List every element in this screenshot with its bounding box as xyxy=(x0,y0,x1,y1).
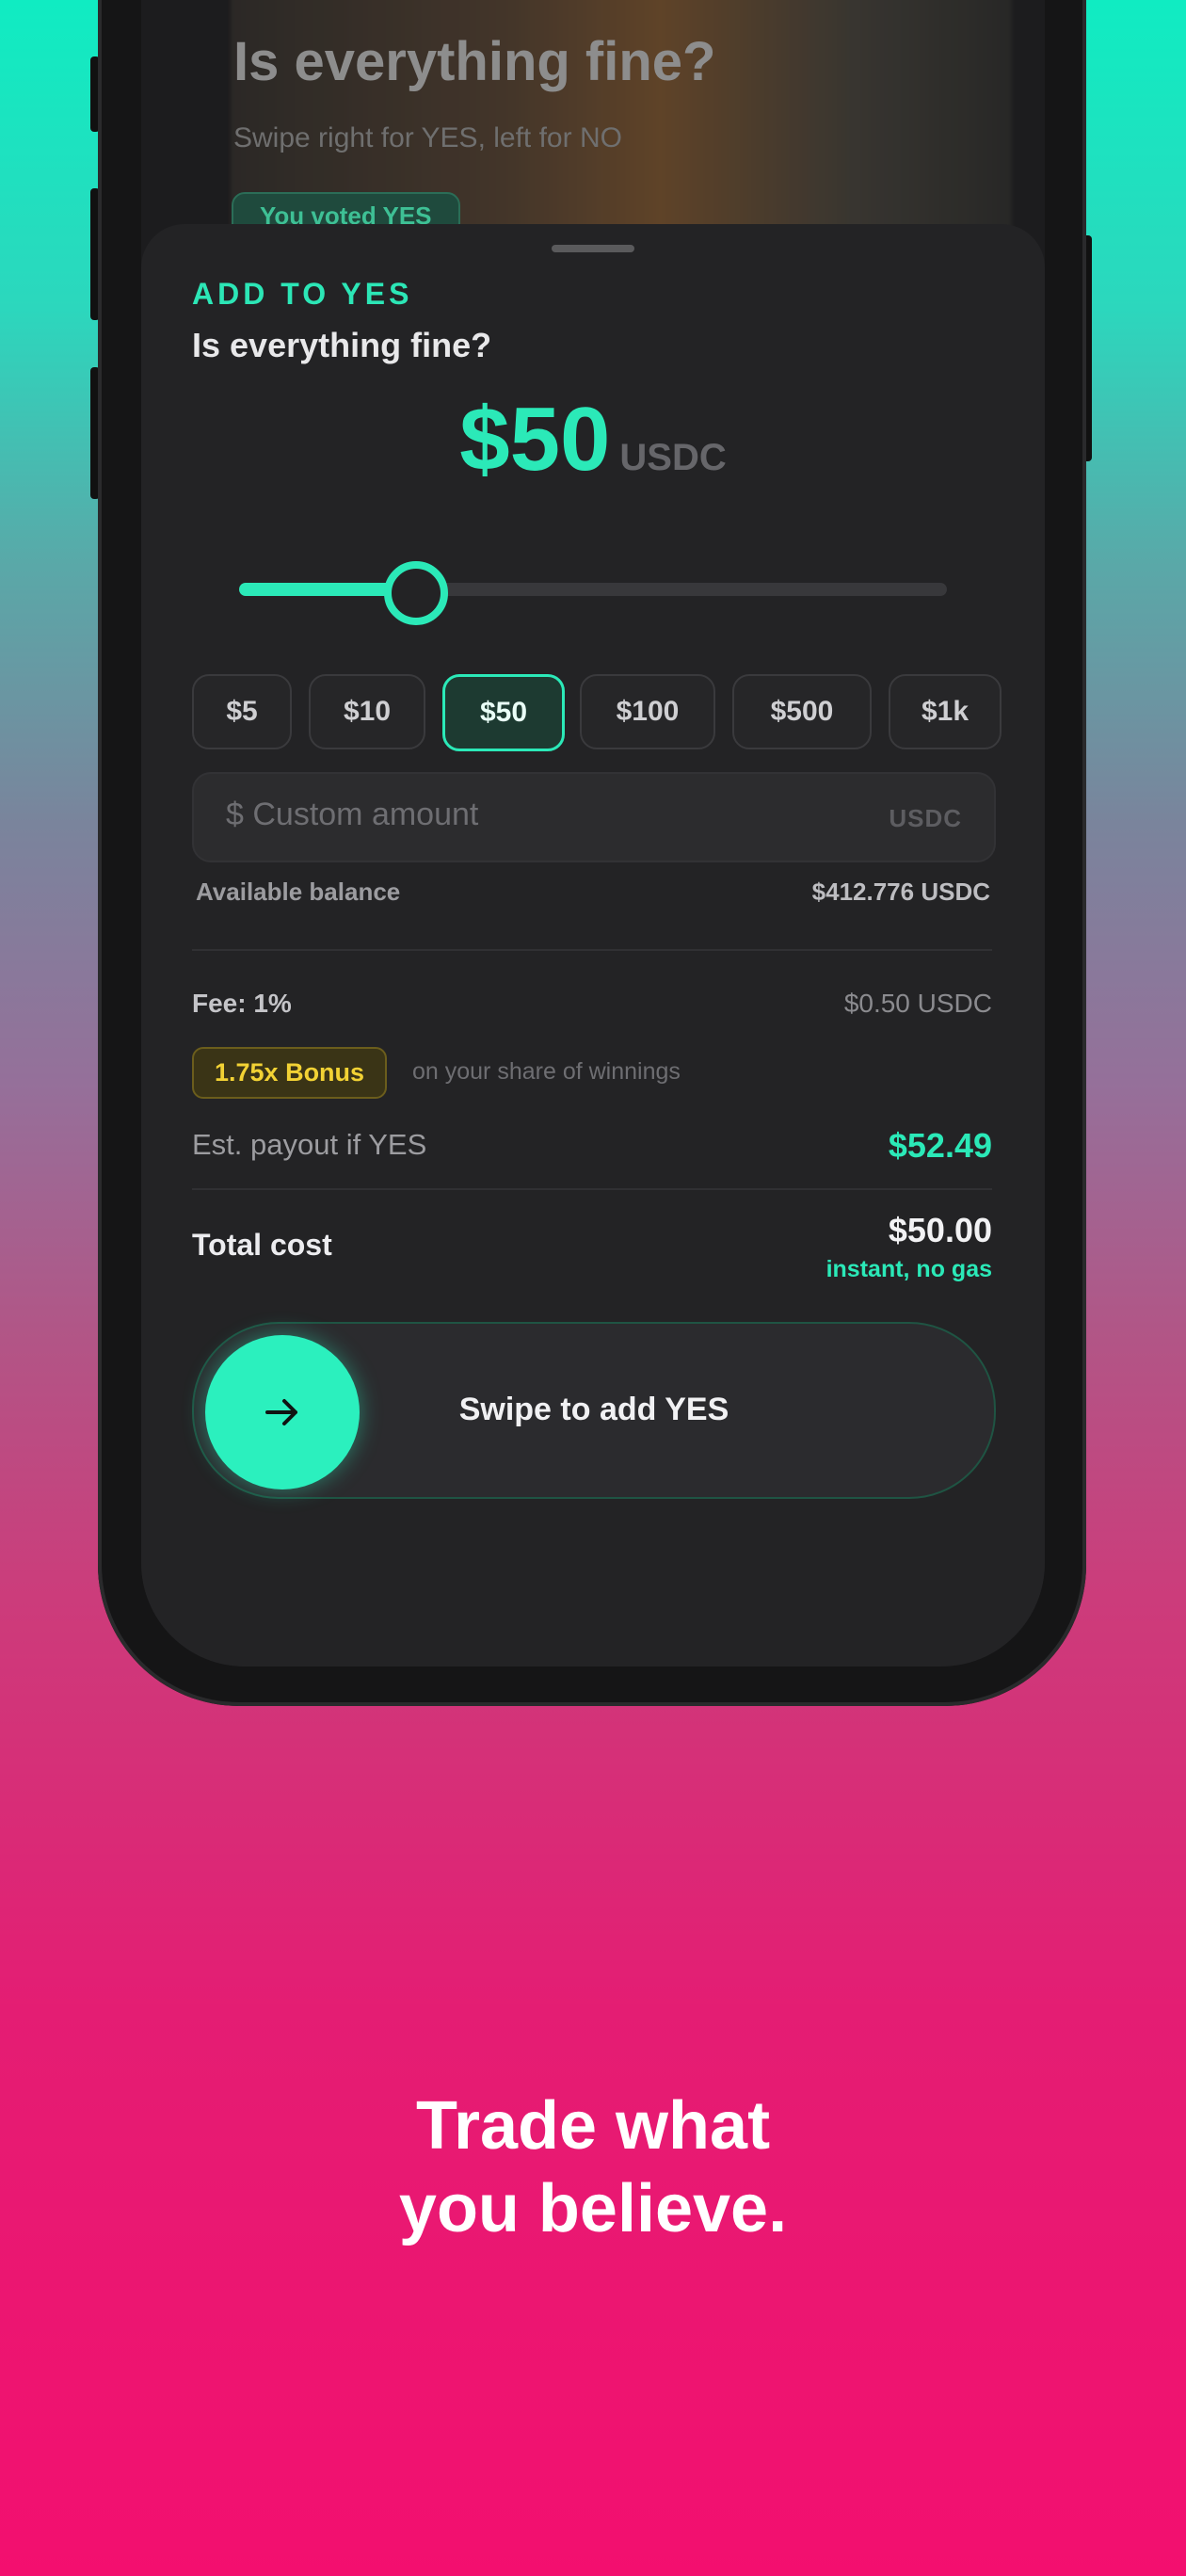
amount-unit: USDC xyxy=(619,437,727,478)
payout-value: $52.49 xyxy=(888,1126,992,1165)
custom-amount-input[interactable]: $ Custom amount USDC xyxy=(192,772,996,862)
total-cost-label: Total cost xyxy=(192,1228,332,1262)
add-to-yes-sheet: ADD TO YES Is everything fine? $50 USDC $… xyxy=(141,224,1045,1666)
available-balance-label: Available balance xyxy=(196,877,401,906)
fee-value: $0.50 USDC xyxy=(843,989,992,1018)
phone-screen: Is everything fine? Swipe right for YES,… xyxy=(141,0,1045,1666)
swipe-to-confirm-slider[interactable]: Swipe to add YES xyxy=(192,1322,996,1499)
chip-5[interactable]: $5 xyxy=(192,674,292,749)
chip-10[interactable]: $10 xyxy=(309,674,425,749)
divider xyxy=(192,1188,992,1190)
chip-100[interactable]: $100 xyxy=(580,674,715,749)
amount-value: $50 xyxy=(459,389,611,490)
custom-amount-placeholder: $ Custom amount xyxy=(226,797,479,832)
sheet-eyebrow: ADD TO YES xyxy=(192,277,413,311)
available-balance-value: $412.776 USDC xyxy=(811,877,990,906)
total-cost-value: $50.00 xyxy=(888,1211,992,1249)
preset-amount-chips: $5 $10 $50 $100 $500 $1k xyxy=(192,674,1011,751)
tagline-line-2: you believe. xyxy=(398,2171,788,2246)
divider xyxy=(192,949,992,951)
chip-1k[interactable]: $1k xyxy=(889,674,1002,749)
marketing-tagline: Trade what you believe. xyxy=(0,2085,1186,2250)
payout-label: Est. payout if YES xyxy=(192,1128,427,1161)
bonus-badge: 1.75x Bonus xyxy=(192,1047,388,1099)
total-cost-note: instant, no gas xyxy=(825,1256,992,1282)
background-card-title: Is everything fine? xyxy=(233,31,716,92)
tagline-line-1: Trade what xyxy=(415,2088,771,2164)
amount-slider-thumb[interactable] xyxy=(384,561,448,625)
sheet-grabber[interactable] xyxy=(552,245,634,252)
chip-500[interactable]: $500 xyxy=(732,674,872,749)
amount-display: $50 USDC xyxy=(141,388,1045,491)
bonus-note: on your share of winnings xyxy=(412,1058,681,1085)
swipe-label: Swipe to add YES xyxy=(458,1392,729,1427)
fee-label: Fee: 1% xyxy=(192,989,292,1018)
background-card-subtitle: Swipe right for YES, left for NO xyxy=(233,122,622,153)
market-question: Is everything fine? xyxy=(192,326,492,364)
chip-50[interactable]: $50 xyxy=(442,674,565,751)
custom-amount-unit: USDC xyxy=(889,804,962,832)
